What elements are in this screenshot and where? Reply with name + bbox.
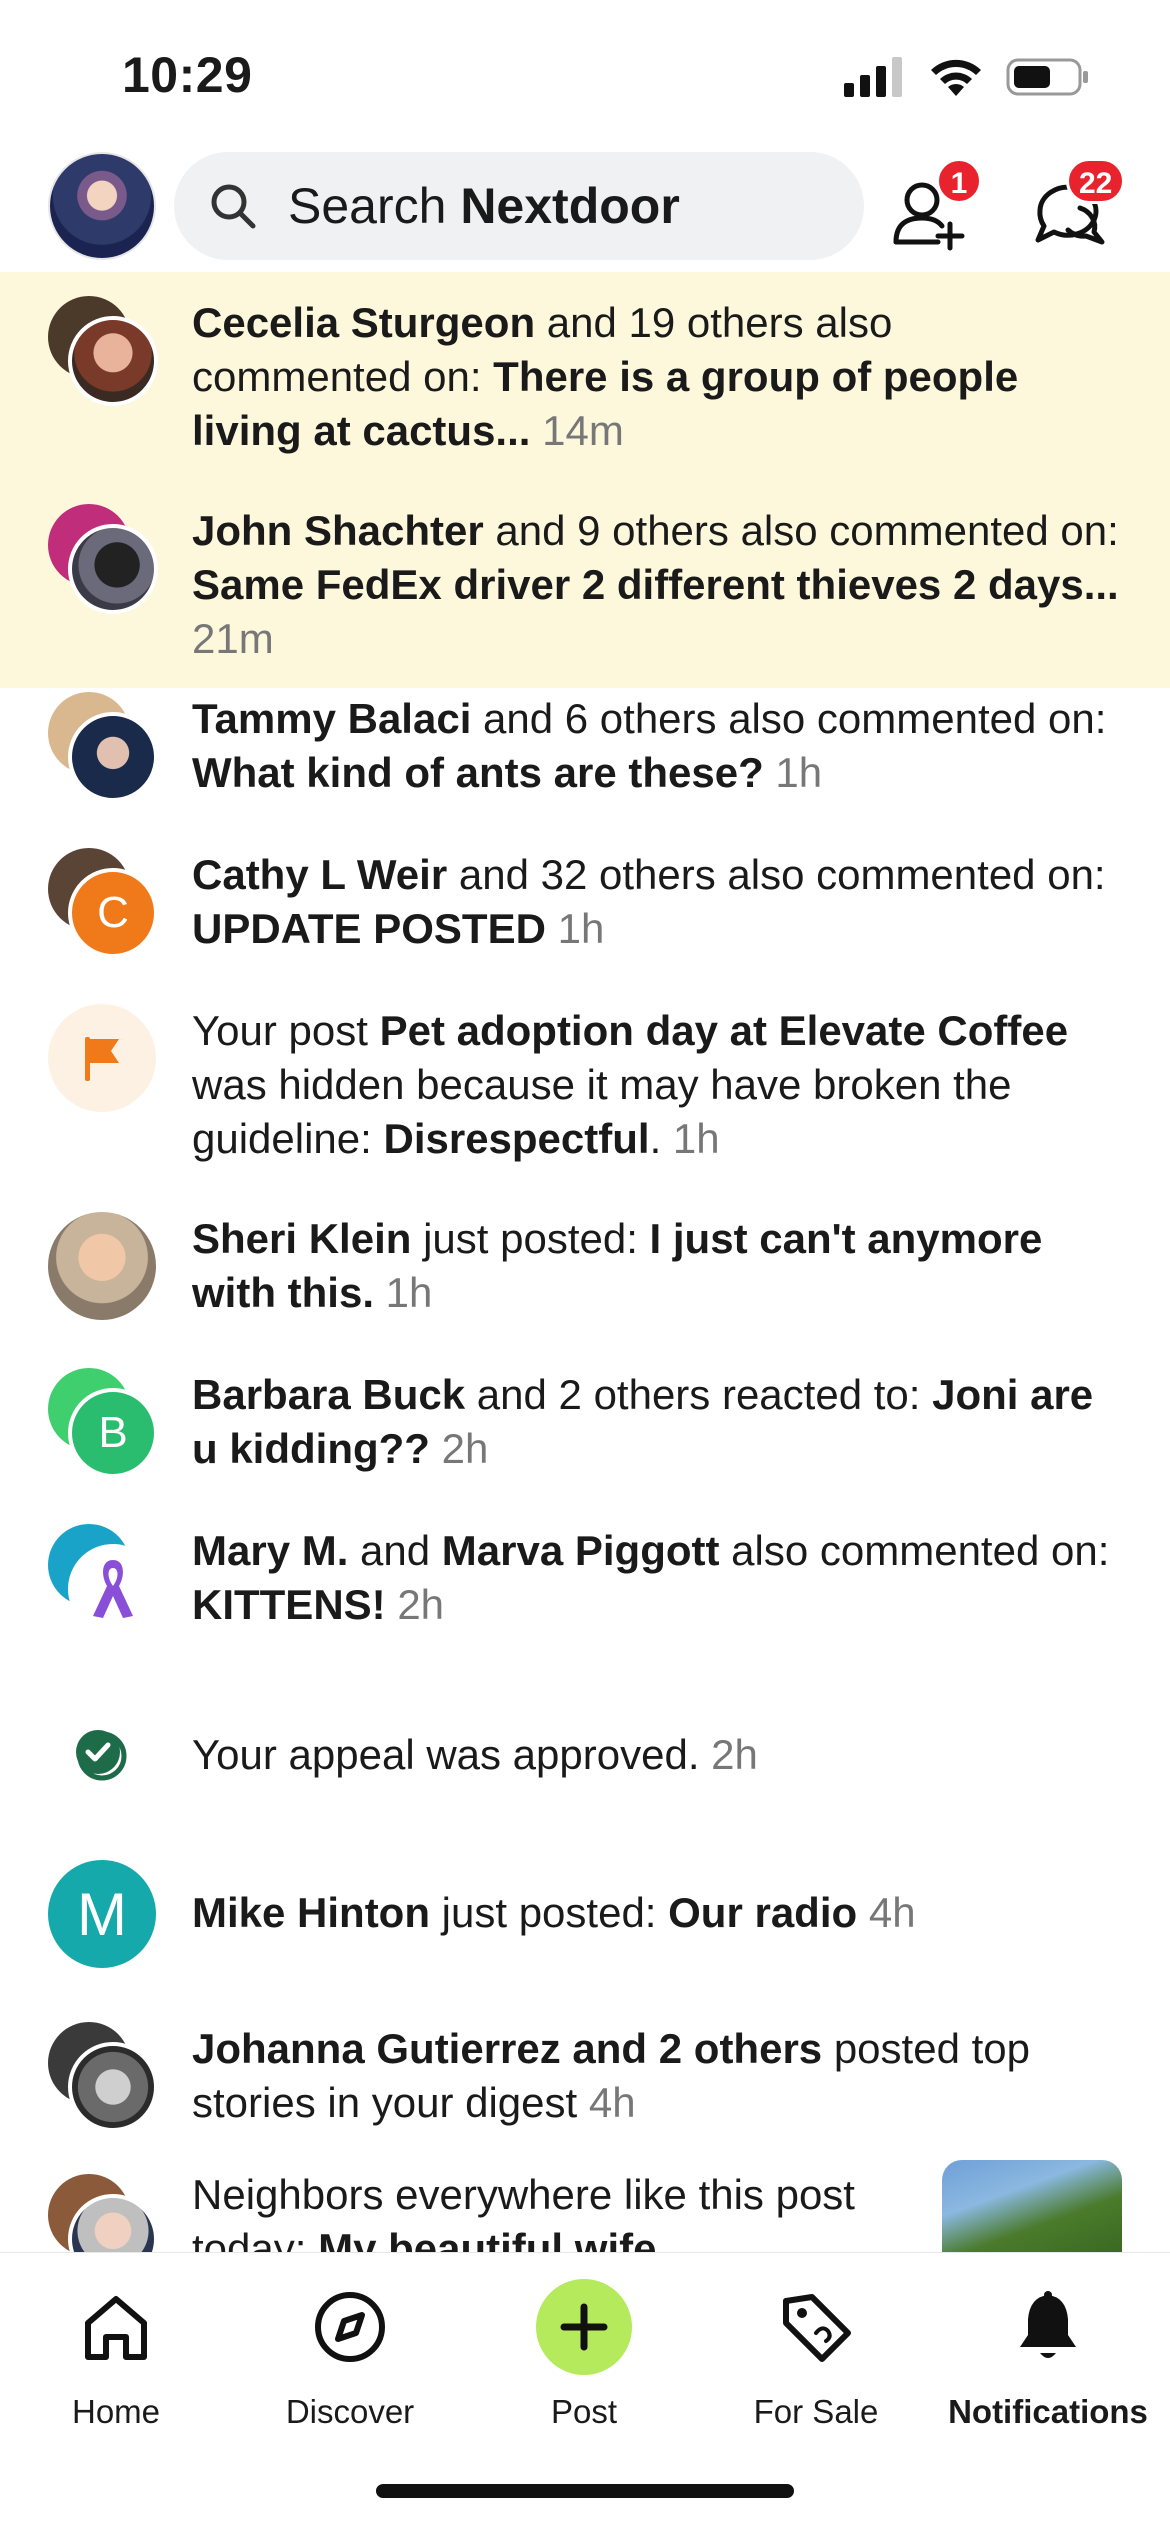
compass-icon (300, 2277, 400, 2377)
notification-text: Cathy L Weir and 32 others also commente… (192, 851, 1106, 952)
avatar-stack (48, 692, 158, 802)
notification-item[interactable]: Neighbors everywhere like this post toda… (0, 2160, 1170, 2252)
notification-text: Mary M. and Marva Piggott also commented… (192, 1527, 1110, 1628)
post-plus-icon (534, 2277, 634, 2377)
profile-avatar[interactable] (48, 152, 156, 260)
avatar-letter: B (68, 1388, 158, 1478)
notification-text: John Shachter and 9 others also commente… (192, 507, 1119, 662)
avatar-stack (48, 1524, 158, 1634)
avatar-stack: C (48, 848, 158, 958)
nav-post-label: Post (550, 2393, 618, 2430)
notification-item[interactable]: Your appeal was approved. 2h (0, 1702, 1170, 1842)
nav-notifications[interactable]: Notifications (948, 2277, 1148, 2457)
status-time: 10:29 (122, 47, 253, 103)
search-bar[interactable]: Search Nextdoor (174, 152, 864, 260)
notifications-list: Cecelia Sturgeon and 19 others also comm… (0, 272, 1170, 2252)
avatar-stack (48, 1004, 158, 1114)
nav-for-sale-label: For Sale (753, 2393, 879, 2430)
notification-item[interactable]: M Mike Hinton just posted: Our radio 4h (0, 1860, 1170, 2000)
awareness-ribbon-avatar (68, 1544, 158, 1634)
notification-item[interactable]: John Shachter and 9 others also commente… (0, 480, 1170, 688)
notification-text: Sheri Klein just posted: I just can't an… (192, 1215, 1043, 1316)
notification-text: Your appeal was approved. 2h (192, 1731, 758, 1778)
avatar-letter: C (68, 868, 158, 958)
post-thumbnail[interactable] (942, 2160, 1122, 2252)
avatar (68, 2042, 158, 2132)
wifi-icon (931, 59, 981, 96)
flag-avatar (48, 1004, 156, 1112)
notification-item[interactable]: Sheri Klein just posted: I just can't an… (0, 1212, 1170, 1362)
notification-item[interactable]: Your post Pet adoption day at Elevate Co… (0, 1004, 1170, 1204)
notification-text: Mike Hinton just posted: Our radio 4h (192, 1889, 916, 1936)
notification-item[interactable]: Tammy Balaci and 6 others also commented… (0, 692, 1170, 842)
nav-discover-label: Discover (285, 2393, 415, 2430)
connections-button[interactable]: 1 (884, 158, 982, 256)
nav-home-label: Home (71, 2393, 161, 2430)
status-icons (844, 56, 1090, 98)
flag-icon (85, 1037, 119, 1081)
notification-text: Barbara Buck and 2 others reacted to: Jo… (192, 1371, 1094, 1472)
avatar (68, 712, 158, 802)
nav-for-sale[interactable]: For Sale (716, 2277, 916, 2457)
nav-notifications-label: Notifications (948, 2393, 1148, 2430)
avatar-stack: M (48, 1860, 158, 1970)
avatar-stack (48, 2022, 158, 2132)
search-placeholder: Search Nextdoor (288, 177, 680, 235)
search-prefix: Search (288, 178, 461, 234)
approved-check-icon (76, 1730, 127, 1781)
avatar (68, 316, 158, 406)
notification-text: Neighbors everywhere like this post toda… (192, 2171, 855, 2252)
notification-text: Johanna Gutierrez and 2 others posted to… (192, 2025, 1030, 2126)
notification-item[interactable]: Johanna Gutierrez and 2 others posted to… (0, 2022, 1170, 2172)
bell-icon (998, 2277, 1098, 2377)
messages-badge: 22 (1066, 158, 1126, 204)
notification-item[interactable]: C Cathy L Weir and 32 others also commen… (0, 848, 1170, 998)
avatar-stack: B (48, 1368, 158, 1478)
avatar-stack (48, 2174, 158, 2252)
connections-badge: 1 (936, 158, 982, 204)
notification-text: Your post Pet adoption day at Elevate Co… (192, 1007, 1069, 1162)
nav-home[interactable]: Home (16, 2277, 216, 2457)
home-indicator (376, 2484, 794, 2498)
nav-discover[interactable]: Discover (250, 2277, 450, 2457)
nav-post[interactable]: Post (484, 2277, 684, 2457)
avatar-letter: M (48, 1860, 156, 1968)
notification-item[interactable]: Cecelia Sturgeon and 19 others also comm… (0, 272, 1170, 480)
notification-item[interactable]: B Barbara Buck and 2 others reacted to: … (0, 1368, 1170, 1518)
avatar-stack (48, 1702, 158, 1812)
avatar-stack (48, 296, 158, 406)
top-header: Search Nextdoor 1 22 (0, 148, 1170, 278)
avatar (48, 1212, 156, 1320)
avatar-stack (48, 504, 158, 614)
notification-text: Cecelia Sturgeon and 19 others also comm… (192, 299, 1019, 454)
messages-button[interactable]: 22 (1024, 158, 1126, 256)
price-tag-icon (766, 2277, 866, 2377)
battery-icon (1006, 58, 1088, 96)
avatar-stack (48, 1212, 158, 1322)
avatar (68, 524, 158, 614)
ribbon-icon (93, 1560, 133, 1618)
status-bar: 10:29 (0, 0, 1170, 140)
notification-item[interactable]: Mary M. and Marva Piggott also commented… (0, 1524, 1170, 1674)
cellular-signal-icon (844, 57, 902, 97)
notification-text: Tammy Balaci and 6 others also commented… (192, 695, 1107, 796)
home-icon (66, 2277, 166, 2377)
search-brand: Nextdoor (460, 178, 680, 234)
search-icon (211, 184, 256, 229)
